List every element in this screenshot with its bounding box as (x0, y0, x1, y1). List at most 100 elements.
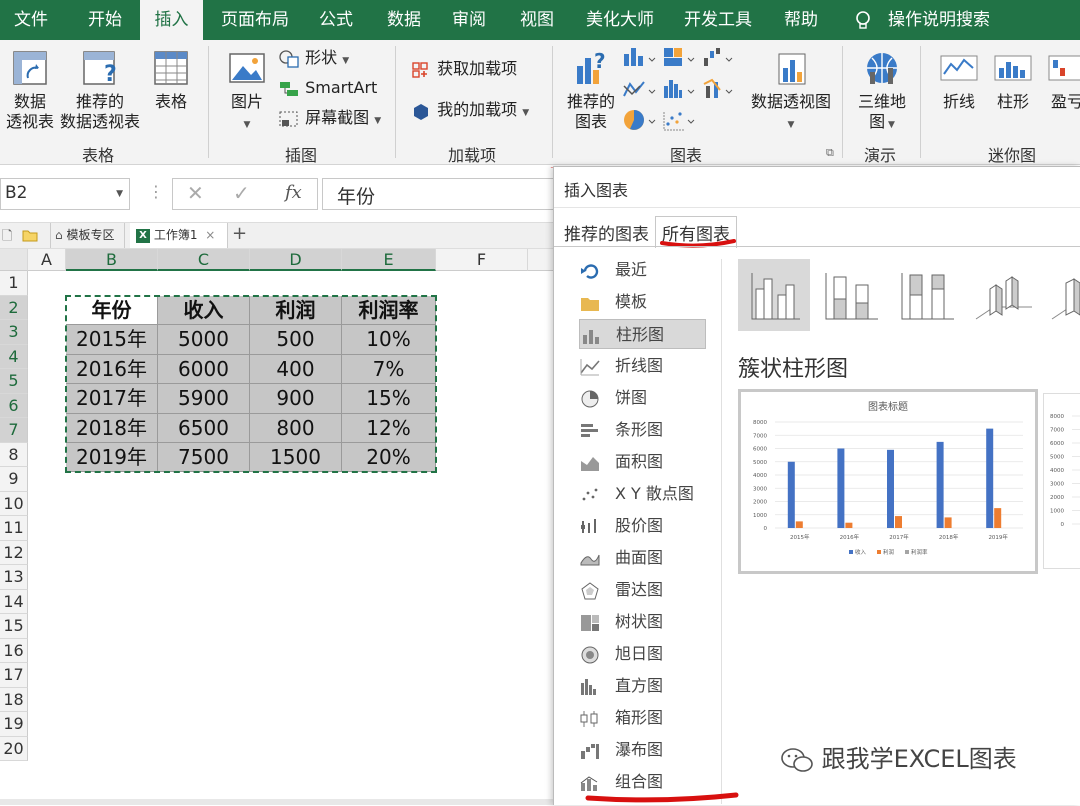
formula-input[interactable]: 年份 (322, 178, 556, 210)
table-cell[interactable]: 6000 (158, 355, 250, 384)
chart-type-sunburst[interactable]: 旭日图 (579, 639, 663, 669)
table-header-cell[interactable]: 年份 (66, 296, 158, 325)
check-icon[interactable]: ✓ (233, 181, 250, 205)
column-header[interactable] (528, 249, 556, 271)
chart-type-bar[interactable]: 条形图 (579, 415, 663, 445)
chart-type-histogram[interactable]: 直方图 (579, 671, 663, 701)
column-header[interactable]: D (250, 249, 342, 271)
table-cell[interactable]: 7% (342, 355, 436, 384)
pivot-table-button[interactable]: 数据 透视表 (4, 48, 56, 132)
table-header-cell[interactable]: 利润率 (342, 296, 436, 325)
recommended-pivot-button[interactable]: ? 推荐的 数据透视表 (58, 48, 142, 132)
line-chart-icon[interactable] (624, 82, 655, 96)
tab-view[interactable]: 视图 (520, 0, 554, 40)
row-header[interactable]: 8 (0, 443, 28, 468)
cancel-icon[interactable]: ✕ (187, 181, 204, 205)
chevron-down-icon[interactable]: ▼ (116, 189, 123, 199)
combo-chart-icon[interactable] (704, 80, 732, 98)
scatter-chart-icon[interactable] (664, 112, 694, 130)
pie-chart-icon[interactable] (624, 110, 655, 130)
row-header[interactable]: 1 (0, 271, 28, 296)
row-header[interactable]: 19 (0, 712, 28, 737)
table-cell[interactable]: 15% (342, 384, 436, 413)
row-header[interactable]: 3 (0, 320, 28, 345)
table-cell[interactable]: 2019年 (66, 443, 158, 472)
row-header[interactable]: 5 (0, 369, 28, 394)
get-addins-button[interactable]: 获取加载项 (410, 58, 517, 80)
chart-type-line[interactable]: 折线图 (579, 351, 663, 381)
table-cell[interactable]: 2016年 (66, 355, 158, 384)
row-header[interactable]: 14 (0, 590, 28, 615)
close-icon[interactable]: × (205, 228, 215, 242)
workbook-tab[interactable]: X 工作簿1 × (130, 223, 228, 248)
chart-type-radar[interactable]: 雷达图 (579, 575, 663, 605)
smartart-button[interactable]: SmartArt (278, 77, 377, 99)
name-box[interactable]: B2 ▼ (0, 178, 130, 210)
3d-map-button[interactable]: 三维地 图 ▼ (852, 48, 912, 135)
tab-data[interactable]: 数据 (387, 0, 421, 40)
row-header[interactable]: 9 (0, 467, 28, 492)
3d-clustered-column-thumb[interactable] (968, 259, 1040, 331)
row-header[interactable]: 12 (0, 541, 28, 566)
table-button[interactable]: 表格 (148, 48, 194, 112)
table-cell[interactable]: 2017年 (66, 384, 158, 413)
chart-type-pie[interactable]: 饼图 (579, 383, 647, 413)
my-addins-button[interactable]: 我的加载项 ▼ (410, 99, 529, 124)
chart-preview[interactable]: 图表标题010002000300040005000600070008000201… (738, 389, 1038, 574)
chart-type-column[interactable]: 柱形图 (579, 319, 706, 349)
tab-help[interactable]: 帮助 (784, 0, 818, 40)
sparkline-winloss-button[interactable]: 盈亏 (1044, 48, 1080, 112)
hierarchy-chart-icon[interactable] (664, 48, 694, 66)
insert-function-icon[interactable]: fx (285, 182, 302, 203)
recommended-charts-button[interactable]: ? 推荐的 图表 (564, 48, 618, 132)
table-cell[interactable]: 800 (250, 414, 342, 443)
table-cell[interactable]: 20% (342, 443, 436, 472)
table-cell[interactable]: 6500 (158, 414, 250, 443)
table-cell[interactable]: 900 (250, 384, 342, 413)
chart-type-stock[interactable]: 股价图 (579, 511, 663, 541)
new-file-icon[interactable]: 🗋 (2, 227, 12, 249)
tab-file[interactable]: 文件 (14, 0, 48, 40)
row-header[interactable]: 15 (0, 614, 28, 639)
percent-stacked-column-thumb[interactable] (892, 259, 964, 331)
table-cell[interactable]: 500 (250, 325, 342, 354)
row-header[interactable]: 11 (0, 516, 28, 541)
table-cell[interactable]: 2015年 (66, 325, 158, 354)
select-all-corner[interactable] (0, 249, 28, 271)
drag-handle-icon[interactable]: ⋮ (148, 182, 164, 201)
chart-type-templates[interactable]: 模板 (579, 287, 647, 317)
chart-type-waterfall[interactable]: 瀑布图 (579, 735, 663, 765)
row-header[interactable]: 10 (0, 492, 28, 517)
tab-review[interactable]: 审阅 (452, 0, 486, 40)
tab-insert[interactable]: 插入 (140, 0, 203, 40)
add-tab-button[interactable]: + (232, 223, 247, 244)
dialog-launcher-icon[interactable]: ⧉ (826, 146, 834, 160)
stacked-column-thumb[interactable] (816, 259, 888, 331)
column-header[interactable]: F (436, 249, 528, 271)
clustered-column-thumb[interactable] (738, 259, 810, 331)
tell-me-search[interactable]: 操作说明搜索 (888, 0, 990, 40)
tab-developer[interactable]: 开发工具 (684, 0, 752, 40)
row-header[interactable]: 7 (0, 418, 28, 443)
tab-recommended-charts[interactable]: 推荐的图表 (564, 220, 649, 245)
stat-chart-icon[interactable] (664, 80, 694, 98)
chart-type-box-whisker[interactable]: 箱形图 (579, 703, 663, 733)
waterfall-chart-icon[interactable] (704, 48, 732, 66)
column-header[interactable]: E (342, 249, 436, 271)
folder-icon[interactable] (22, 229, 38, 242)
row-header[interactable]: 18 (0, 688, 28, 713)
chart-type-treemap[interactable]: 树状图 (579, 607, 663, 637)
sparkline-line-button[interactable]: 折线 (936, 48, 982, 112)
table-cell[interactable]: 7500 (158, 443, 250, 472)
table-header-cell[interactable]: 收入 (158, 296, 250, 325)
row-header[interactable]: 20 (0, 737, 28, 762)
shapes-button[interactable]: 形状 ▼ (278, 47, 349, 72)
table-cell[interactable]: 12% (342, 414, 436, 443)
chart-type-surface[interactable]: 曲面图 (579, 543, 663, 573)
table-header-cell[interactable]: 利润 (250, 296, 342, 325)
sparkline-column-button[interactable]: 柱形 (990, 48, 1036, 112)
screenshot-button[interactable]: 屏幕截图 ▼ (278, 107, 381, 132)
row-header[interactable]: 17 (0, 663, 28, 688)
table-cell[interactable]: 400 (250, 355, 342, 384)
table-cell[interactable]: 5000 (158, 325, 250, 354)
